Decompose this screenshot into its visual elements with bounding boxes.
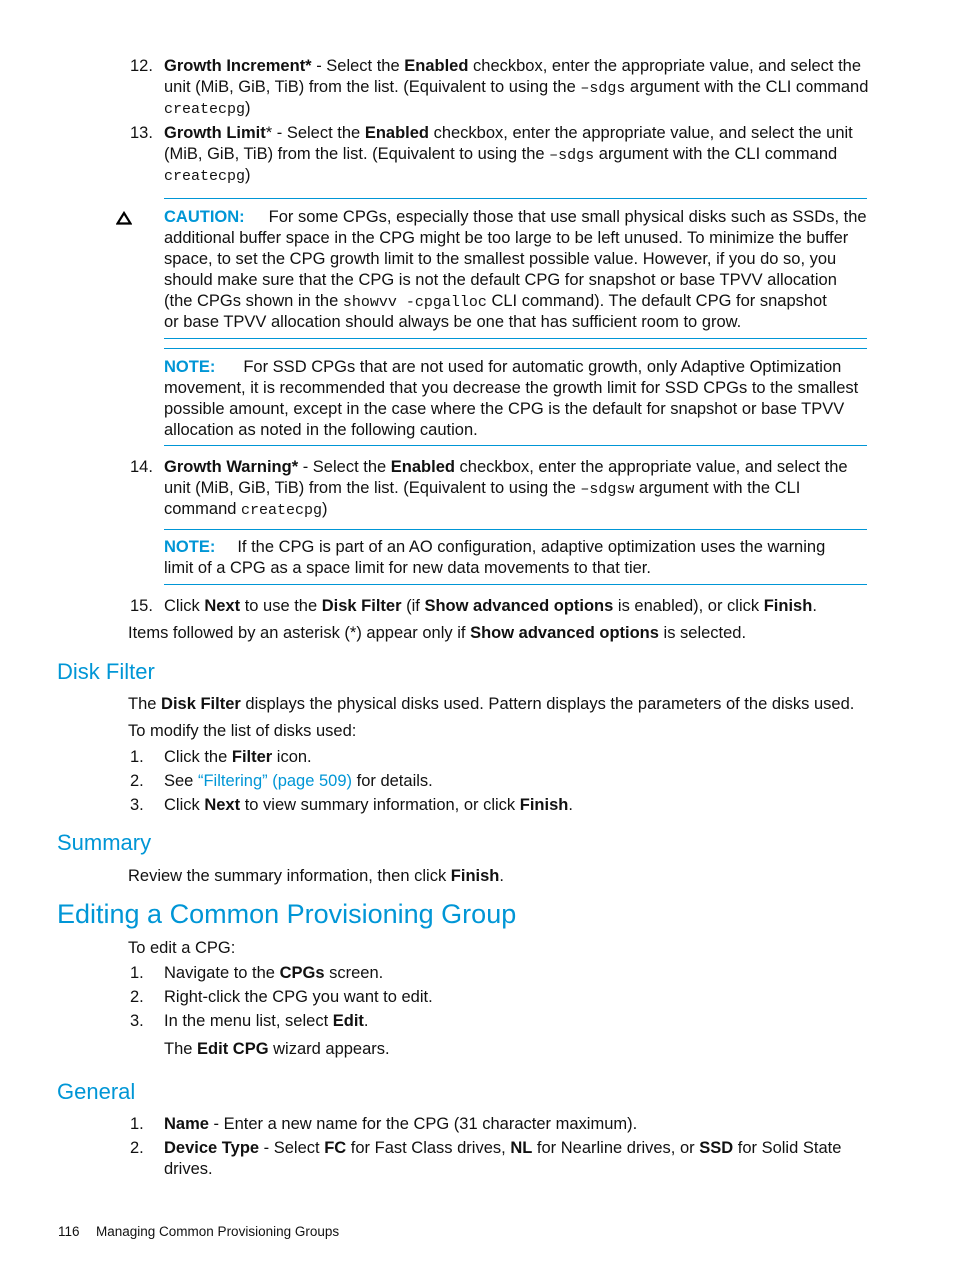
list-item: In the menu list, select Edit. [164, 1012, 369, 1030]
step-number: 13. [130, 124, 153, 142]
warning-triangle-icon [116, 211, 132, 225]
divider [164, 348, 867, 349]
step-number: 15. [130, 597, 153, 615]
caution-line: should make sure that the CPG is not the… [164, 271, 837, 289]
step-title: Growth Limit [164, 124, 266, 142]
note-label: NOTE: [164, 538, 216, 556]
list-number: 2. [130, 988, 144, 1006]
chapter-title: Managing Common Provisioning Groups [96, 1224, 340, 1239]
note-line: NOTE: If the CPG is part of an AO configu… [164, 538, 826, 556]
list-item: Device Type - Select FC for Fast Class d… [164, 1139, 842, 1157]
asterisk-note: Items followed by an asterisk (*) appear… [128, 624, 747, 642]
section-heading-disk-filter: Disk Filter [57, 659, 155, 684]
paragraph: Review the summary information, then cli… [128, 867, 504, 885]
paragraph: The Disk Filter displays the physical di… [128, 695, 855, 713]
divider [164, 584, 867, 585]
list-item: Click Next to view summary information, … [164, 796, 573, 814]
cli-command: showvv -cpgalloc [342, 294, 487, 311]
list-number: 2. [130, 1139, 144, 1157]
cli-argument: –sdgs [549, 147, 595, 164]
list-number: 3. [130, 1012, 144, 1030]
step-title: Growth Increment* [164, 57, 312, 75]
step-line: (MiB, GiB, TiB) from the list. (Equivale… [164, 145, 838, 164]
caution-label: CAUTION: [164, 208, 245, 226]
cli-argument: –sdgsw [580, 481, 635, 498]
note-line: allocation as noted in the following cau… [164, 421, 478, 439]
divider [164, 198, 867, 199]
page-number: 116 [58, 1224, 80, 1239]
note-line: NOTE: For SSD CPGs that are not used for … [164, 358, 842, 376]
divider [164, 338, 867, 339]
step-line: Growth Warning* - Select the Enabled che… [164, 458, 848, 476]
page-heading-editing-cpg: Editing a Common Provisioning Group [57, 899, 517, 929]
cli-argument: –sdgs [580, 80, 626, 97]
note-line: movement, it is recommended that you dec… [164, 379, 859, 397]
list-item: Right-click the CPG you want to edit. [164, 988, 433, 1006]
list-number: 1. [130, 748, 144, 766]
list-item-continuation: drives. [164, 1160, 213, 1178]
section-heading-summary: Summary [57, 830, 152, 855]
cli-command: createcpg [164, 101, 246, 118]
divider [164, 529, 867, 530]
step-result: The Edit CPG wizard appears. [164, 1040, 390, 1058]
step-line: createcpg) [164, 99, 251, 118]
step-line: unit (MiB, GiB, TiB) from the list. (Equ… [164, 479, 801, 498]
step-title: Growth Warning* [164, 458, 299, 476]
list-number: 1. [130, 1115, 144, 1133]
caution-line: additional buffer space in the CPG might… [164, 229, 849, 247]
caution-line: or base TPVV allocation should always be… [164, 313, 742, 331]
step-number: 12. [130, 57, 153, 75]
cli-command: createcpg [241, 502, 323, 519]
list-item: Navigate to the CPGs screen. [164, 964, 384, 982]
step-line: Growth Limit* - Select the Enabled check… [164, 124, 853, 142]
caution-line: space, to set the CPG growth limit to th… [164, 250, 837, 268]
caution-line: CAUTION: For some CPGs, especially those … [164, 208, 867, 226]
paragraph: To edit a CPG: [128, 939, 236, 957]
step-line: createcpg) [164, 166, 251, 185]
list-item: Name - Enter a new name for the CPG (31 … [164, 1115, 638, 1133]
step-line: command createcpg) [164, 500, 328, 519]
divider [164, 445, 867, 446]
note-label: NOTE: [164, 358, 216, 376]
note-line: limit of a CPG as a space limit for new … [164, 559, 651, 577]
step-line: unit (MiB, GiB, TiB) from the list. (Equ… [164, 78, 869, 97]
paragraph: To modify the list of disks used: [128, 722, 357, 740]
section-heading-general: General [57, 1079, 136, 1104]
list-item: See “Filtering” (page 509) for details. [164, 772, 433, 790]
step-number: 14. [130, 458, 153, 476]
list-number: 3. [130, 796, 144, 814]
caution-line: (the CPGs shown in the showvv -cpgalloc … [164, 292, 827, 311]
list-number: 2. [130, 772, 144, 790]
cli-command: createcpg [164, 168, 246, 185]
filtering-page-link[interactable]: “Filtering” (page 509) [198, 772, 352, 790]
list-number: 1. [130, 964, 144, 982]
step-line: Click Next to use the Disk Filter (if Sh… [164, 597, 817, 615]
note-line: possible amount, except in the case wher… [164, 400, 845, 418]
list-item: Click the Filter icon. [164, 748, 312, 766]
step-line: Growth Increment* - Select the Enabled c… [164, 57, 862, 75]
